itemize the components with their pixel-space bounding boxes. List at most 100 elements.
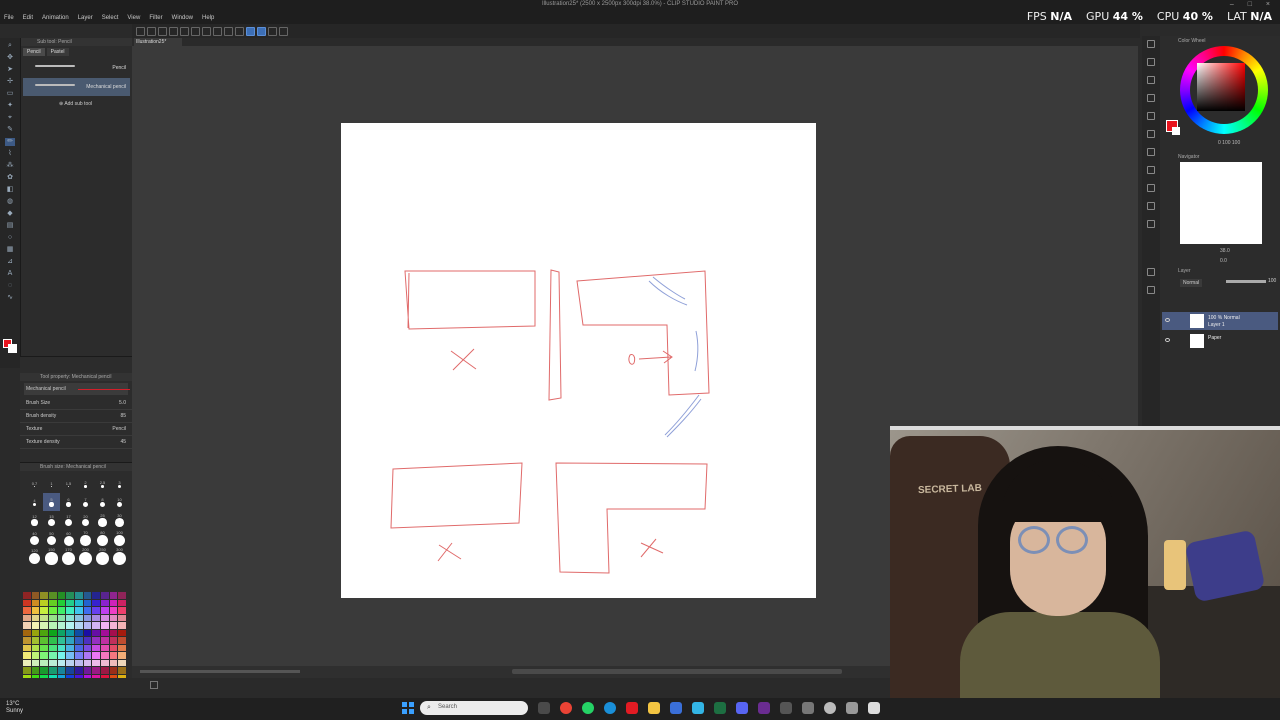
app-icon-7[interactable]: [692, 702, 704, 714]
color-swatch[interactable]: [109, 644, 118, 651]
color-swatch[interactable]: [48, 652, 57, 659]
color-swatch[interactable]: [66, 599, 74, 606]
frame-tool-icon[interactable]: ▦: [5, 246, 15, 254]
layer-search-icon[interactable]: [1147, 286, 1155, 294]
brush-size-option[interactable]: 60: [60, 529, 77, 547]
color-swatch[interactable]: [31, 667, 40, 674]
color-swatch[interactable]: [83, 622, 92, 629]
subtool-item-pencil[interactable]: Pencil: [23, 59, 130, 77]
color-swatch[interactable]: [100, 599, 109, 606]
blend-mode-select[interactable]: Normal: [1180, 279, 1203, 287]
prop-row-texture-density[interactable]: Texture density 45: [20, 436, 132, 449]
color-swatch[interactable]: [109, 629, 118, 636]
color-swatch[interactable]: [66, 592, 74, 599]
color-swatch[interactable]: [48, 667, 57, 674]
app-icon-13[interactable]: [824, 702, 836, 714]
color-swatch[interactable]: [109, 637, 118, 644]
color-swatch[interactable]: [118, 652, 126, 659]
color-swatch[interactable]: [23, 644, 31, 651]
color-swatch[interactable]: [57, 622, 66, 629]
start-icon[interactable]: [402, 702, 414, 714]
color-swatch[interactable]: [118, 614, 126, 621]
file-explorer-icon[interactable]: [648, 702, 660, 714]
move-tool-icon[interactable]: ✥: [5, 54, 15, 62]
color-swatch[interactable]: [92, 599, 100, 606]
color-swatch[interactable]: [40, 622, 48, 629]
color-swatch[interactable]: [92, 652, 100, 659]
menu-help[interactable]: Help: [202, 15, 214, 21]
color-swatch[interactable]: [100, 614, 109, 621]
info-icon[interactable]: [1147, 202, 1155, 210]
color-swatch[interactable]: [109, 614, 118, 621]
color-swatch[interactable]: [23, 592, 31, 599]
fill-tool-icon[interactable]: ◆: [5, 210, 15, 218]
ruler-tool-icon[interactable]: ⊿: [5, 258, 15, 266]
color-swatch[interactable]: [40, 629, 48, 636]
prop-row-brush-density[interactable]: Brush density 85: [20, 410, 132, 423]
intermediate-color-icon[interactable]: [1147, 112, 1155, 120]
color-swatch[interactable]: [23, 629, 31, 636]
pencil-tool-icon[interactable]: ✏: [5, 138, 15, 146]
color-swatch[interactable]: [48, 614, 57, 621]
new-icon[interactable]: [136, 26, 145, 36]
color-swatch[interactable]: [66, 607, 74, 614]
eraser-tool-icon[interactable]: ◧: [5, 186, 15, 194]
color-swatch[interactable]: [40, 659, 48, 666]
color-swatch[interactable]: [109, 667, 118, 674]
brush-size-option[interactable]: 3: [111, 475, 128, 493]
color-swatch[interactable]: [57, 644, 66, 651]
color-swatch[interactable]: [74, 659, 83, 666]
color-swatch[interactable]: [109, 622, 118, 629]
snap-ruler-icon[interactable]: [246, 26, 255, 36]
color-swatch[interactable]: [109, 599, 118, 606]
brush-size-option[interactable]: 8: [94, 493, 111, 511]
fill-icon[interactable]: [224, 26, 233, 36]
color-swatch[interactable]: [74, 637, 83, 644]
menu-window[interactable]: Window: [172, 15, 193, 21]
brush-size-option[interactable]: 150: [43, 547, 60, 565]
color-swatch[interactable]: [118, 607, 126, 614]
color-swatch[interactable]: [118, 637, 126, 644]
color-swatch[interactable]: [48, 599, 57, 606]
menu-view[interactable]: View: [127, 15, 140, 21]
redo-icon[interactable]: [180, 26, 189, 36]
horizontal-scrollbar[interactable]: [512, 669, 842, 674]
navigator-thumbnail[interactable]: [1180, 162, 1262, 244]
color-swatch[interactable]: [66, 644, 74, 651]
excel-icon[interactable]: [714, 702, 726, 714]
brush-size-option[interactable]: 300: [111, 547, 128, 565]
color-swatch[interactable]: [31, 644, 40, 651]
airbrush-tool-icon[interactable]: ⁂: [5, 162, 15, 170]
brush-size-option[interactable]: 50: [43, 529, 60, 547]
navigator-icon[interactable]: [1147, 166, 1155, 174]
zoom-tool-icon[interactable]: ⌕: [5, 42, 15, 50]
color-swatch[interactable]: [48, 637, 57, 644]
brush-size-option[interactable]: 170: [60, 547, 77, 565]
color-swatch[interactable]: [57, 652, 66, 659]
color-swatch[interactable]: [100, 644, 109, 651]
color-swatch[interactable]: [83, 599, 92, 606]
color-swatch[interactable]: [31, 607, 40, 614]
document-tab[interactable]: Illustration25*: [134, 38, 182, 46]
color-swatch[interactable]: [118, 667, 126, 674]
eyedropper-icon[interactable]: ⌖: [5, 114, 15, 122]
color-swatch[interactable]: [92, 614, 100, 621]
menu-select[interactable]: Select: [102, 15, 119, 21]
tab-pencil[interactable]: Pencil: [23, 48, 45, 56]
open-icon[interactable]: [147, 26, 156, 36]
color-swatch[interactable]: [23, 652, 31, 659]
snap-special-ruler-icon[interactable]: [257, 26, 266, 36]
zoom-slider[interactable]: [140, 670, 300, 673]
color-swatch[interactable]: [74, 644, 83, 651]
layer-row[interactable]: 100 % Normal Layer 1: [1162, 312, 1278, 330]
color-swatch[interactable]: [31, 614, 40, 621]
menu-filter[interactable]: Filter: [149, 15, 162, 21]
color-swatch[interactable]: [74, 629, 83, 636]
discord-icon[interactable]: [736, 702, 748, 714]
brush-size-option[interactable]: 20: [77, 511, 94, 529]
canvas-paper[interactable]: [341, 123, 816, 598]
brush-size-option[interactable]: 70: [77, 529, 94, 547]
layer-icon[interactable]: [1147, 268, 1155, 276]
color-swatch[interactable]: [109, 652, 118, 659]
color-swatch[interactable]: [118, 599, 126, 606]
